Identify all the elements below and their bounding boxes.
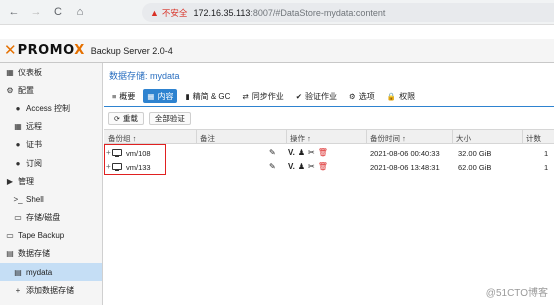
refresh-icon: ⟳ [114, 115, 120, 123]
column-header-time[interactable]: 备份时间 ↑ [370, 133, 406, 144]
gear-icon: ⚙ [6, 85, 14, 95]
terminal-icon: >_ [13, 194, 23, 204]
backup-grid: 备份组 ↑ 备注 操作 ↑ 备份时间 ↑ 大小 计数 + vm/108 ✎ V.… [104, 129, 554, 174]
tab-permissions[interactable]: 🔒 权限 [383, 89, 419, 103]
list-icon: ≡ [112, 91, 117, 101]
insecure-label: 不安全 [161, 7, 188, 18]
page-title: 数据存储: mydata [109, 71, 180, 81]
sidebar-item-datastores[interactable]: ▤ 数据存储 [0, 245, 102, 263]
tab-verify-jobs[interactable]: ✔ 验证作业 [292, 89, 341, 103]
database-icon: ▤ [6, 249, 14, 259]
key-icon: ● [15, 103, 21, 113]
address-bar[interactable]: ▲ 不安全 172.16.35.113 :8007/#DataStore-myd… [142, 3, 554, 22]
backup-time: 2021-08-06 13:48:31 [370, 163, 440, 172]
home-icon[interactable]: ⌂ [72, 4, 88, 20]
url-path: :8007/#DataStore-mydata:content [250, 7, 386, 18]
sidebar-item-add-datastore[interactable]: + 添加数据存储 [0, 281, 102, 299]
edit-icon[interactable]: ✎ [269, 148, 276, 157]
sidebar-item-access[interactable]: ● Access 控制 [0, 99, 102, 117]
prune-icon[interactable]: ✂ [308, 148, 315, 157]
grid-icon: ▦ [147, 91, 155, 101]
column-header-size[interactable]: 大小 [456, 133, 471, 144]
grid-header: 备份组 ↑ 备注 操作 ↑ 备份时间 ↑ 大小 计数 [104, 129, 554, 144]
backup-count: 1 [544, 163, 549, 172]
tape-icon: ▭ [6, 231, 14, 241]
back-icon[interactable]: ← [6, 4, 22, 20]
support-icon: ● [15, 158, 21, 168]
check-icon: ✔ [295, 91, 302, 101]
owner-icon[interactable]: ♟ [298, 148, 305, 157]
delete-icon[interactable]: 🗑 [318, 162, 328, 171]
backup-time: 2021-08-06 00:40:33 [370, 149, 440, 158]
watermark: @51CTO博客 [485, 288, 548, 299]
toolbar: ⟳ 重载 全部验证 [108, 112, 196, 126]
column-header-actions[interactable]: 操作 ↑ [290, 133, 311, 144]
database-icon: ▤ [14, 267, 22, 277]
column-header-notes[interactable]: 备注 [200, 133, 215, 144]
disk-icon: ▭ [14, 213, 22, 223]
dashboard-icon: ▦ [6, 67, 14, 77]
tab-summary[interactable]: ≡ 概要 [108, 89, 139, 103]
proxmox-logo: ✕ PROMOX [4, 41, 85, 59]
sidebar-item-config[interactable]: ⚙ 配置 [0, 81, 102, 99]
certificate-icon: ● [15, 140, 21, 150]
tab-prune-gc[interactable]: ▮ 精简 & GC [181, 89, 234, 103]
row-actions: V. ♟ ✂ 🗑 [288, 148, 331, 157]
sidebar-item-shell[interactable]: >_ Shell [0, 190, 102, 208]
highlight-box [104, 144, 166, 175]
table-row[interactable]: + vm/108 ✎ V. ♟ ✂ 🗑 2021-08-06 00:40:33 … [104, 146, 554, 160]
trash-icon: ▮ [185, 91, 190, 101]
tab-sync-jobs[interactable]: ⇄ 同步作业 [238, 89, 287, 103]
sidebar-item-admin[interactable]: ▶ 管理 [0, 172, 102, 190]
plus-icon: + [15, 285, 21, 295]
gear-icon: ⚙ [349, 91, 356, 101]
product-name: Backup Server 2.0-4 [90, 45, 173, 56]
backup-size: 62.00 GiB [458, 163, 492, 172]
prune-icon[interactable]: ✂ [308, 162, 315, 171]
row-actions: V. ♟ ✂ 🗑 [288, 162, 331, 171]
sync-icon: ⇄ [242, 91, 249, 101]
server-icon: ▦ [14, 122, 22, 132]
table-row[interactable]: + vm/133 ✎ V. ♟ ✂ 🗑 2021-08-06 13:48:31 … [104, 160, 554, 174]
tab-content[interactable]: ▦ 内容 [143, 89, 178, 103]
backup-size: 32.00 GiB [458, 149, 492, 158]
tab-underline [104, 106, 554, 107]
reload-button[interactable]: ⟳ 重载 [108, 112, 144, 125]
sidebar-item-certificates[interactable]: ● 证书 [0, 136, 102, 154]
delete-icon[interactable]: 🗑 [318, 148, 328, 157]
forward-icon[interactable]: → [28, 4, 44, 20]
sidebar-item-subscription[interactable]: ● 订阅 [0, 154, 102, 172]
browser-toolbar: ← → C ⌂ ▲ 不安全 172.16.35.113 :8007/#DataS… [0, 0, 554, 25]
sidebar-item-tape[interactable]: ▭ Tape Backup [0, 227, 102, 245]
tab-bar: ≡ 概要 ▦ 内容 ▮ 精简 & GC ⇄ 同步作业 ✔ 验证作业 ⚙ 选项 🔒 权限 [108, 89, 423, 103]
backup-count: 1 [544, 149, 549, 158]
sidebar-item-dashboard[interactable]: ▦ 仪表板 [0, 63, 102, 81]
verify-all-button[interactable]: 全部验证 [148, 112, 191, 125]
wrench-icon: ▶ [6, 176, 14, 186]
sidebar-item-mydata[interactable]: ▤ mydata [0, 263, 102, 282]
url-host: 172.16.35.113 [193, 7, 251, 18]
column-header-group[interactable]: 备份组 ↑ [108, 133, 136, 144]
sidebar-item-remote[interactable]: ▦ 远程 [0, 118, 102, 136]
logo-x-icon: ✕ [4, 41, 17, 59]
edit-icon[interactable]: ✎ [269, 162, 276, 171]
lock-icon: 🔒 [386, 91, 397, 101]
app-header: ✕ PROMOX Backup Server 2.0-4 [0, 39, 554, 63]
verify-icon[interactable]: V. [288, 162, 295, 171]
reload-icon[interactable]: C [50, 4, 66, 20]
main-panel: 数据存储: mydata ≡ 概要 ▦ 内容 ▮ 精简 & GC ⇄ 同步作业 ✔ 验证作… [104, 63, 554, 305]
tab-options[interactable]: ⚙ 选项 [345, 89, 379, 103]
column-header-count[interactable]: 计数 [526, 133, 541, 144]
sidebar: ▦ 仪表板 ⚙ 配置 ● Access 控制 ▦ 远程 ● 证书 ● 订阅 ▶ 管理 >_ Sh… [0, 63, 103, 305]
owner-icon[interactable]: ♟ [298, 162, 305, 171]
verify-icon[interactable]: V. [288, 148, 295, 157]
warning-icon: ▲ [150, 7, 159, 18]
sidebar-item-storage[interactable]: ▭ 存储/磁盘 [0, 209, 102, 227]
